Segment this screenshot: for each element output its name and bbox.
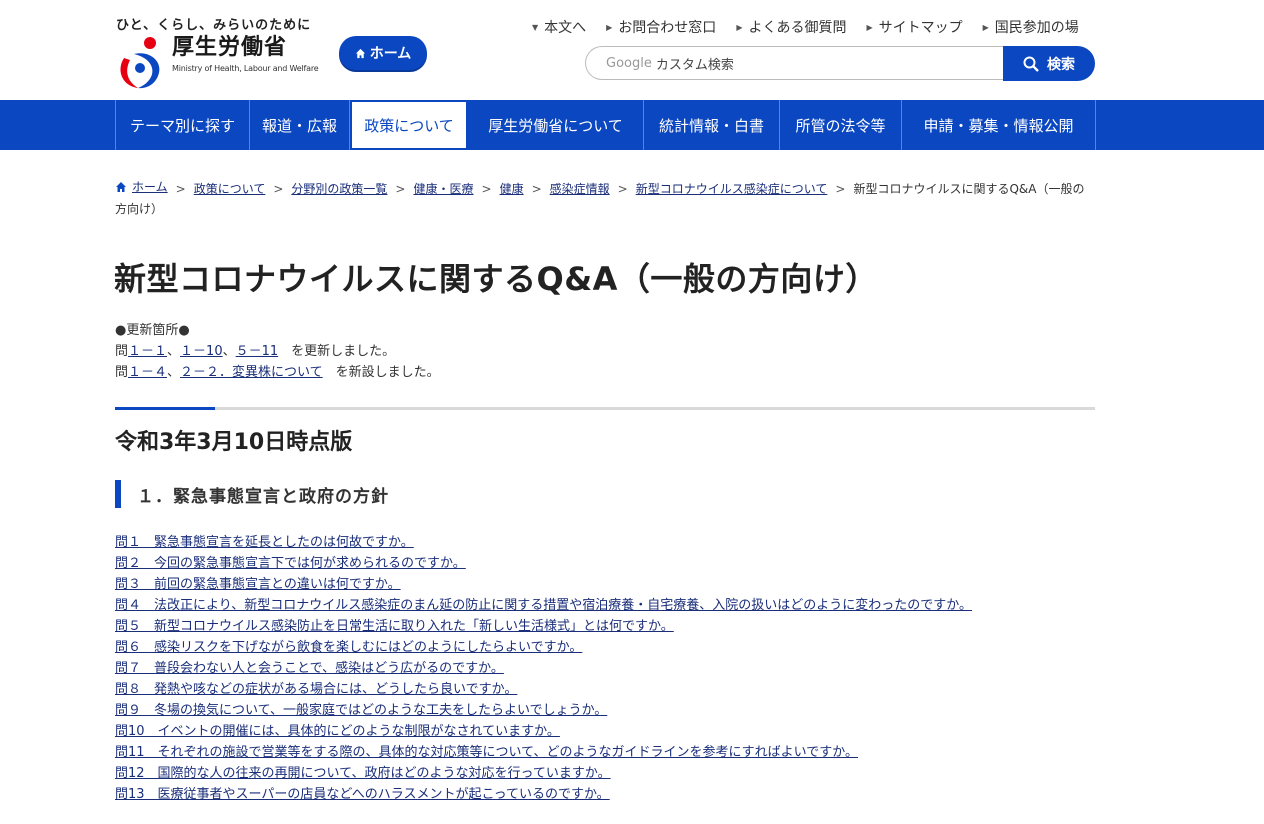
question-link[interactable]: 問６ 感染リスクを下げながら飲食を楽しむにはどのようにしたらよいですか。 xyxy=(115,637,972,658)
google-label: Google xyxy=(606,55,652,71)
caret-down-icon: ▼ xyxy=(532,22,539,32)
utility-link-sitemap[interactable]: ▶ サイトマップ xyxy=(866,17,962,37)
site-logo[interactable]: 厚生労働省 Ministry of Health, Labour and Wel… xyxy=(114,34,319,90)
utility-link-participation[interactable]: ▶ 国民参加の場 xyxy=(983,17,1079,37)
update-notice: ●更新箇所● 問１－１、１－10、５－11 を更新しました。 問１－４、２－２．… xyxy=(115,320,440,383)
page-title: 新型コロナウイルスに関するQ&A（一般の方向け） xyxy=(114,260,878,298)
search-icon xyxy=(1023,56,1039,72)
question-link[interactable]: 問12 国際的な人の往来の再開について、政府はどのような対応を行っていますか。 xyxy=(115,763,972,784)
update-line-1: 問１－１、１－10、５－11 を更新しました。 xyxy=(115,344,396,359)
question-link[interactable]: 問９ 冬場の換気について、一般家庭ではどのような工夫をしたらよいでしょうか。 xyxy=(115,700,972,721)
logo-title: 厚生労働省 xyxy=(172,35,288,60)
search-input[interactable]: Google カスタム検索 xyxy=(585,46,1003,80)
home-button-label: ホーム xyxy=(369,46,412,62)
update-heading: ●更新箇所● xyxy=(115,323,190,338)
question-link[interactable]: 問13 医療従事者やスーパーの店員などへのハラスメントが起こっているのですか。 xyxy=(115,784,972,805)
caret-right-icon: ▶ xyxy=(736,22,743,32)
question-link[interactable]: 問８ 発熱や咳などの症状がある場合には、どうしたら良いですか。 xyxy=(115,679,972,700)
logo-subtitle: Ministry of Health, Labour and Welfare xyxy=(172,64,319,73)
section-divider xyxy=(115,407,1095,410)
home-icon xyxy=(116,182,126,192)
nav-item-policy[interactable]: 政策について xyxy=(350,100,468,150)
breadcrumb-link-health-medical[interactable]: 健康・医療 xyxy=(413,182,473,196)
question-link[interactable]: 問11 それぞれの施設で営業等をする際の、具体的な対応策等について、どのようなガ… xyxy=(115,742,972,763)
update-line-2: 問１－４、２－２．変異株について を新設しました。 xyxy=(115,365,440,380)
tagline: ひと、くらし、みらいのために xyxy=(116,18,312,33)
update-link-1-1[interactable]: １－１ xyxy=(128,344,167,359)
global-nav: テーマ別に探す 報道・広報 政策について 厚生労働省について 統計情報・白書 所… xyxy=(0,100,1264,150)
update-link-5-11[interactable]: ５－11 xyxy=(236,344,279,359)
question-link[interactable]: 問３ 前回の緊急事態宣言との違いは何ですか。 xyxy=(115,574,972,595)
breadcrumb-link-home[interactable]: ホーム xyxy=(132,177,168,197)
nav-item-themes[interactable]: テーマ別に探す xyxy=(116,100,250,150)
breadcrumb-link-infectious[interactable]: 感染症情報 xyxy=(550,182,610,196)
question-link[interactable]: 問７ 普段会わない人と会うことで、感染はどう広がるのですか。 xyxy=(115,658,972,679)
question-link[interactable]: 問10 イベントの開催には、具体的にどのような制限がなされていますか。 xyxy=(115,721,972,742)
mhlw-logo-icon xyxy=(120,37,160,89)
home-button[interactable]: ホーム xyxy=(339,36,427,70)
search-button[interactable]: 検索 xyxy=(1003,46,1095,81)
version-heading: 令和3年3月10日時点版 xyxy=(115,430,353,455)
search-button-label: 検索 xyxy=(1047,56,1075,73)
site-header: ひと、くらし、みらいのために 厚生労働省 Ministry of Health,… xyxy=(0,0,1264,100)
search-placeholder: カスタム検索 xyxy=(655,57,734,73)
question-list: 問１ 緊急事態宣言を延長としたのは何故ですか。 問２ 今回の緊急事態宣言下では何… xyxy=(115,532,972,805)
update-link-1-10[interactable]: １－10 xyxy=(180,344,223,359)
breadcrumb-link-policy-list[interactable]: 分野別の政策一覧 xyxy=(291,182,387,196)
caret-right-icon: ▶ xyxy=(606,22,613,32)
breadcrumb-link-covid[interactable]: 新型コロナウイルス感染症について xyxy=(636,182,828,196)
nav-item-laws[interactable]: 所管の法令等 xyxy=(780,100,902,150)
caret-right-icon: ▶ xyxy=(982,22,989,32)
question-link[interactable]: 問２ 今回の緊急事態宣言下では何が求められるのですか。 xyxy=(115,553,972,574)
utility-links: ▼ 本文へ ▶ お問合わせ窓口 ▶ よくある御質問 ▶ サイトマップ ▶ 国民参加の場 xyxy=(532,17,1079,37)
nav-item-press[interactable]: 報道・広報 xyxy=(250,100,350,150)
nav-item-statistics[interactable]: 統計情報・白書 xyxy=(644,100,780,150)
question-link[interactable]: 問１ 緊急事態宣言を延長としたのは何故ですか。 xyxy=(115,532,972,553)
breadcrumb-link-policy[interactable]: 政策について xyxy=(194,182,266,196)
nav-item-about[interactable]: 厚生労働省について xyxy=(468,100,644,150)
caret-right-icon: ▶ xyxy=(866,22,873,32)
section-heading: １．緊急事態宣言と政府の方針 xyxy=(115,480,389,508)
home-icon xyxy=(355,48,365,58)
nav-item-applications[interactable]: 申請・募集・情報公開 xyxy=(902,100,1096,150)
utility-link-contact[interactable]: ▶ お問合わせ窓口 xyxy=(606,17,716,37)
question-link[interactable]: 問４ 法改正により、新型コロナウイルス感染症のまん延の防止に関する措置や宿泊療養… xyxy=(115,595,972,616)
utility-link-faq[interactable]: ▶ よくある御質問 xyxy=(736,17,846,37)
breadcrumb-link-health[interactable]: 健康 xyxy=(500,182,524,196)
utility-link-main-content[interactable]: ▼ 本文へ xyxy=(532,17,586,37)
update-link-1-4[interactable]: １－４ xyxy=(128,365,167,380)
breadcrumb: ホーム > 政策について > 分野別の政策一覧 > 健康・医療 > 健康 > 感染症情報 > 新型コロナ… xyxy=(115,177,1095,219)
question-link[interactable]: 問５ 新型コロナウイルス感染防止を日常生活に取り入れた「新しい生活様式」とは何で… xyxy=(115,616,972,637)
update-link-2-2[interactable]: ２－２．変異株について xyxy=(180,365,323,380)
